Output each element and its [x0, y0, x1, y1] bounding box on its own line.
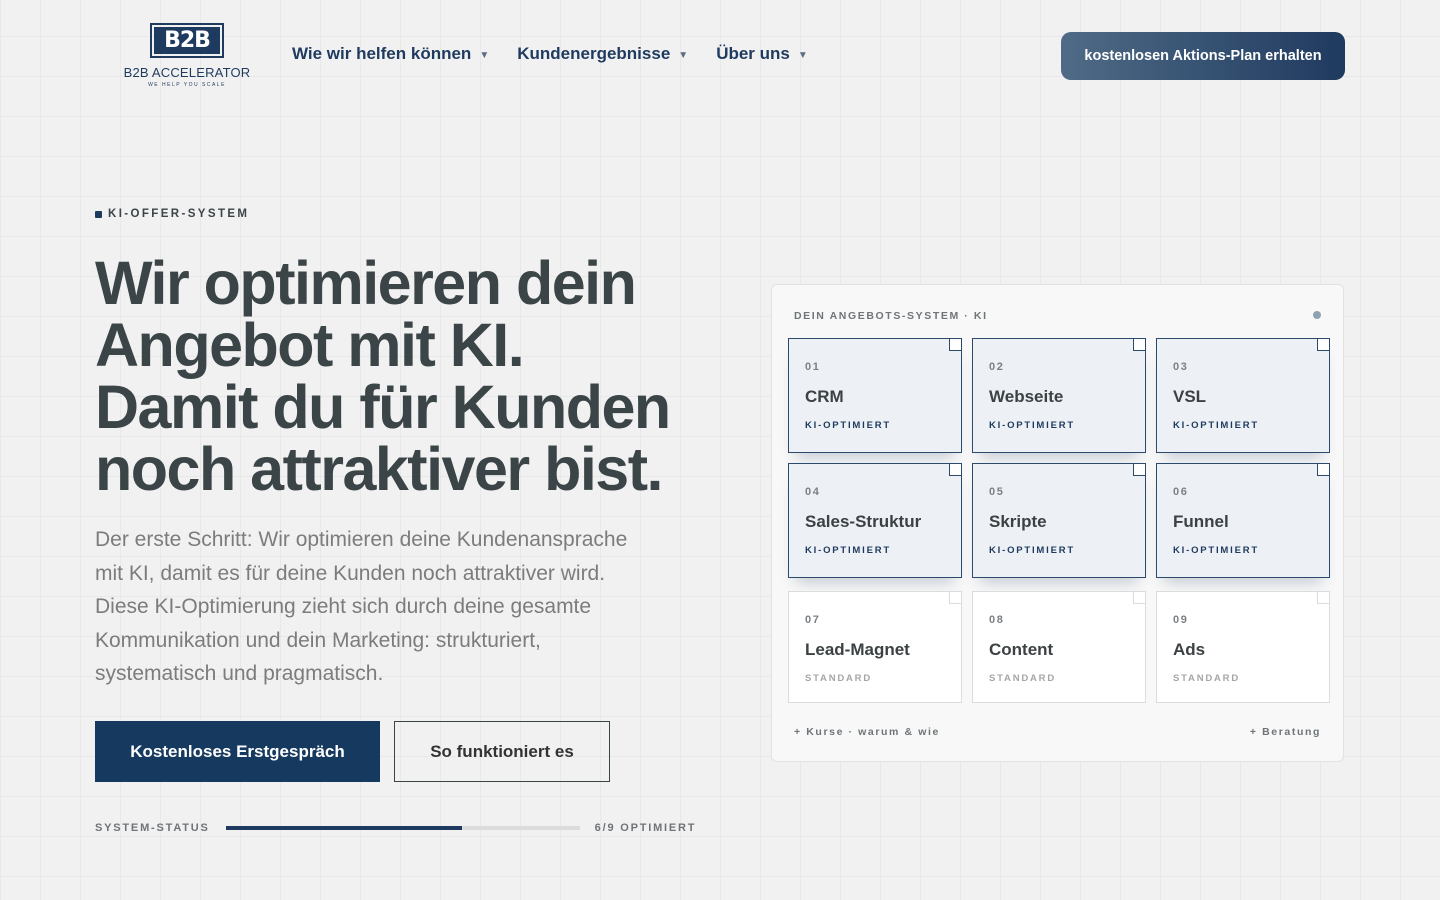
module-card-crm[interactable]: 01 CRM KI-OPTIMIERT [788, 338, 962, 453]
module-card-ads[interactable]: 09 Ads STANDARD [1156, 591, 1330, 703]
subtext-line: Der erste Schritt: Wir optimieren deine … [95, 528, 628, 551]
card-name: Sales-Struktur [805, 512, 922, 531]
panel-title: DEIN ANGEBOTS-SYSTEM · KI [794, 310, 988, 322]
corner-square-icon [1133, 338, 1146, 351]
module-card-sales-struktur[interactable]: 04 Sales-Struktur KI-OPTIMIERT [788, 463, 962, 578]
card-status: KI-OPTIMIERT [989, 420, 1075, 431]
module-card-vsl[interactable]: 03 VSL KI-OPTIMIERT [1156, 338, 1330, 453]
status-progress-fill [225, 826, 462, 830]
status-dot-icon [1313, 311, 1321, 319]
eyebrow-label: KI-OFFER-SYSTEM [108, 208, 250, 220]
headline-line: Angebot mit KI. [95, 311, 525, 379]
module-card-webseite[interactable]: 02 Webseite KI-OPTIMIERT [972, 338, 1146, 453]
consulting-link[interactable]: + Beratung [1250, 726, 1321, 738]
card-name: CRM [805, 387, 844, 406]
corner-square-icon [1317, 591, 1330, 604]
card-status: KI-OPTIMIERT [1173, 545, 1259, 556]
card-status: KI-OPTIMIERT [805, 420, 891, 431]
card-name: Ads [1173, 640, 1206, 659]
card-status: KI-OPTIMIERT [1173, 420, 1259, 431]
card-status: STANDARD [989, 673, 1056, 684]
card-status: KI-OPTIMIERT [989, 545, 1075, 556]
card-number: 04 [805, 486, 821, 498]
nav-item-label: Kundenergebnisse [517, 44, 671, 63]
nav-item-label: Über uns [716, 44, 790, 63]
logo[interactable]: B2B B2B ACCELERATOR WE HELP YOU SCALE [120, 23, 254, 97]
module-card-lead-magnet[interactable]: 07 Lead-Magnet STANDARD [788, 591, 962, 703]
card-status: STANDARD [805, 673, 872, 684]
corner-square-icon [1133, 463, 1146, 476]
card-number: 09 [1173, 614, 1189, 626]
card-name: Webseite [989, 387, 1064, 406]
module-card-content[interactable]: 08 Content STANDARD [972, 591, 1146, 703]
card-number: 07 [805, 614, 821, 626]
hero-headline: Wir optimieren dein Angebot mit KI. Dami… [95, 252, 755, 500]
logo-name: B2B ACCELERATOR [123, 65, 251, 80]
main-nav: Wie wir helfen können ▼ Kundenergebnisse… [292, 44, 808, 64]
card-name: Content [989, 640, 1054, 659]
corner-square-icon [949, 463, 962, 476]
card-number: 02 [989, 361, 1005, 373]
nav-item-label: Wie wir helfen können [292, 44, 472, 63]
card-number: 03 [1173, 361, 1189, 373]
system-status: SYSTEM-STATUS 6/9 OPTIMIERT [95, 822, 696, 834]
card-name: Funnel [1173, 512, 1229, 531]
card-status: STANDARD [1173, 673, 1240, 684]
courses-link[interactable]: + Kurse · warum & wie [794, 726, 940, 738]
nav-item-kundenergebnisse[interactable]: Kundenergebnisse ▼ [517, 44, 688, 64]
card-number: 06 [1173, 486, 1189, 498]
headline-line: Damit du für Kunden [95, 373, 671, 441]
logo-tagline: WE HELP YOU SCALE [148, 82, 226, 88]
corner-square-icon [1133, 591, 1146, 604]
card-name: Skripte [989, 512, 1047, 531]
subtext-line: systematisch und pragmatisch. [95, 662, 384, 685]
subtext-line: mit KI, damit es für deine Kunden noch a… [95, 561, 606, 585]
free-consultation-button[interactable]: Kostenloses Erstgespräch [95, 721, 380, 782]
module-card-skripte[interactable]: 05 Skripte KI-OPTIMIERT [972, 463, 1146, 578]
action-plan-button[interactable]: kostenlosen Aktions-Plan erhalten [1061, 32, 1345, 80]
chevron-down-icon: ▼ [479, 49, 490, 61]
corner-square-icon [1317, 338, 1330, 351]
nav-item-wie-wir-helfen[interactable]: Wie wir helfen können ▼ [292, 44, 489, 64]
chevron-down-icon: ▼ [797, 49, 808, 61]
how-it-works-button[interactable]: So funktioniert es [394, 721, 610, 782]
subtext-line: Diese KI-Optimierung zieht sich durch de… [95, 595, 592, 618]
card-number: 08 [989, 614, 1005, 626]
headline-line: noch attraktiver bist. [95, 435, 664, 503]
hero-subtext: Der erste Schritt: Wir optimieren deine … [95, 523, 715, 691]
chevron-down-icon: ▼ [678, 49, 689, 61]
module-grid: 01 CRM KI-OPTIMIERT 02 Webseite KI-OPTIM… [788, 338, 1330, 703]
headline-line: Wir optimieren dein [95, 249, 637, 317]
nav-item-ueber-uns[interactable]: Über uns ▼ [716, 44, 808, 64]
logo-mark: B2B [150, 23, 224, 58]
module-card-funnel[interactable]: 06 Funnel KI-OPTIMIERT [1156, 463, 1330, 578]
corner-square-icon [949, 338, 962, 351]
card-name: Lead-Magnet [805, 640, 910, 659]
logo-mark-text: B2B [154, 27, 220, 54]
card-name: VSL [1173, 387, 1207, 406]
corner-square-icon [1317, 463, 1330, 476]
eyebrow: KI-OFFER-SYSTEM [95, 208, 249, 220]
square-bullet-icon [95, 210, 102, 218]
subtext-line: Kommunikation und dein Marketing: strukt… [95, 628, 541, 652]
status-progress-bar [225, 826, 580, 830]
card-status: KI-OPTIMIERT [805, 545, 891, 556]
card-number: 05 [989, 486, 1005, 498]
offer-system-panel: DEIN ANGEBOTS-SYSTEM · KI 01 CRM KI-OPTI… [771, 284, 1344, 762]
corner-square-icon [949, 591, 962, 604]
card-number: 01 [805, 361, 821, 373]
status-label: SYSTEM-STATUS [95, 822, 210, 834]
site-header: B2B B2B ACCELERATOR WE HELP YOU SCALE Wi… [0, 0, 1440, 110]
status-count: 6/9 OPTIMIERT [594, 822, 697, 834]
